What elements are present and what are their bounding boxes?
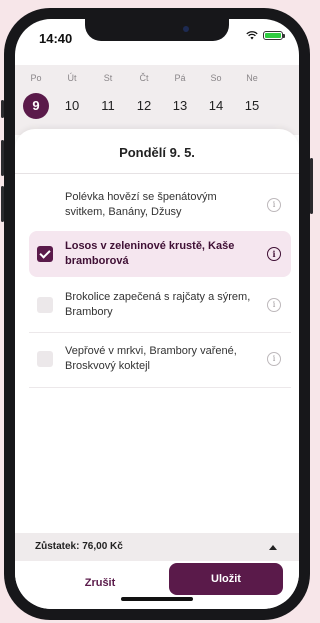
day-name: St [103, 73, 113, 83]
day-sat[interactable]: So 14 [201, 73, 231, 119]
day-thu[interactable]: Čt 12 [129, 73, 159, 119]
balance-text: Zůstatek: 76,00 Kč [35, 541, 123, 552]
phone-frame: 14:40 Po 9 Út 10 St 11 Čt 12 Pá 13 So 14… [1, 8, 313, 620]
power-button [310, 158, 313, 214]
day-mon[interactable]: Po 9 [21, 73, 51, 119]
day-date: 12 [136, 98, 152, 113]
day-date: 9 [23, 93, 49, 119]
home-indicator [121, 597, 193, 601]
status-time: 14:40 [39, 31, 73, 46]
info-icon[interactable]: i [267, 352, 281, 366]
save-button[interactable]: Uložit [169, 563, 283, 595]
menu-item-pork[interactable]: Vepřové v mrkvi, Brambory vařené, Broskv… [29, 335, 291, 383]
checkbox[interactable] [37, 297, 53, 313]
day-name: Po [30, 73, 42, 83]
week-strip: Po 9 Út 10 St 11 Čt 12 Pá 13 So 14 Ne 15 [15, 65, 299, 135]
info-icon[interactable]: i [267, 198, 281, 212]
day-name: So [210, 73, 222, 83]
day-sun[interactable]: Ne 15 [237, 73, 267, 119]
day-fri[interactable]: Pá 13 [165, 73, 195, 119]
info-icon[interactable]: i [267, 247, 281, 261]
menu-item-soup[interactable]: Polévka hovězí se špenátovým svitkem, Ba… [29, 181, 291, 229]
day-name: Čt [139, 73, 149, 83]
checkbox-checked[interactable] [37, 246, 53, 262]
wifi-icon [246, 31, 258, 40]
notch [85, 19, 229, 41]
day-wed[interactable]: St 11 [93, 73, 123, 119]
divider [29, 332, 291, 333]
balance-bar[interactable]: Zůstatek: 76,00 Kč [15, 533, 299, 561]
divider [15, 173, 299, 174]
day-date: 14 [208, 98, 224, 113]
day-date: 13 [172, 98, 188, 113]
menu-item-salmon[interactable]: Losos v zeleninové krustě, Kaše bramboro… [29, 231, 291, 277]
checkbox[interactable] [37, 351, 53, 367]
menu-item-label: Polévka hovězí se špenátovým svitkem, Ba… [65, 191, 217, 218]
camera [183, 26, 189, 32]
day-date: 11 [101, 98, 115, 113]
sheet-title: Pondělí 9. 5. [119, 145, 195, 160]
menu-item-label: Vepřové v mrkvi, Brambory vařené, Broskv… [65, 345, 237, 372]
cancel-button[interactable]: Zrušit [55, 569, 145, 597]
status-icons [246, 31, 285, 40]
volume-up-button [1, 140, 4, 176]
menu-item-label: Brokolice zapečená s rajčaty a sýrem, Br… [65, 291, 251, 318]
menu-item-label: Losos v zeleninové krustě, Kaše bramboro… [65, 240, 235, 267]
battery-icon [263, 31, 285, 40]
day-tue[interactable]: Út 10 [57, 73, 87, 119]
menu-item-broccoli[interactable]: Brokolice zapečená s rajčaty a sýrem, Br… [29, 281, 291, 329]
screen: 14:40 Po 9 Út 10 St 11 Čt 12 Pá 13 So 14… [15, 19, 299, 609]
day-name: Pá [174, 73, 186, 83]
day-name: Ne [246, 73, 258, 83]
divider [29, 387, 291, 388]
day-date: 15 [244, 98, 260, 113]
day-name: Út [67, 73, 77, 83]
mute-switch [1, 100, 4, 118]
chevron-up-icon[interactable] [269, 545, 277, 550]
day-date: 10 [64, 98, 80, 113]
info-icon[interactable]: i [267, 298, 281, 312]
volume-down-button [1, 186, 4, 222]
